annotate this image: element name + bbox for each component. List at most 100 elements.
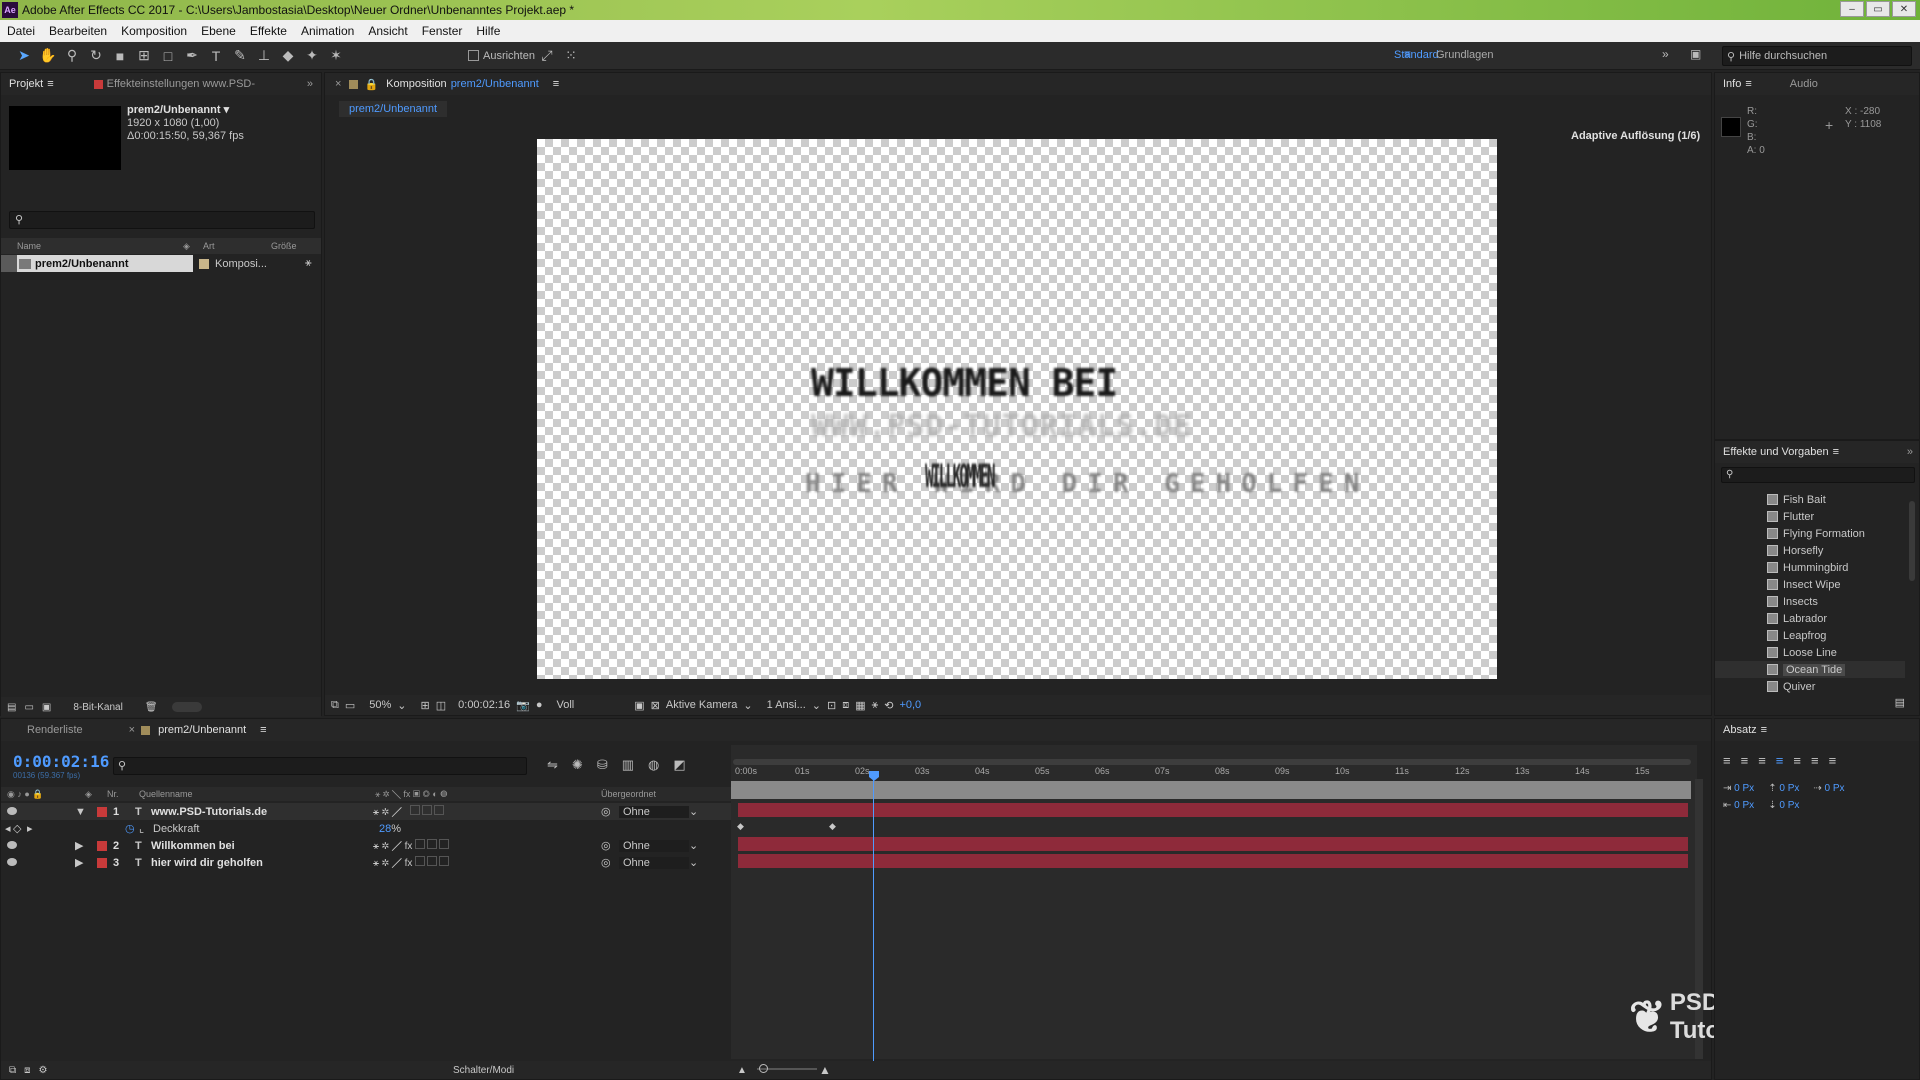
draft-3d-icon[interactable]: ✺ (572, 757, 583, 773)
justify-right-icon[interactable]: ≡ (1811, 753, 1819, 768)
list-item[interactable]: Quiver (1715, 678, 1905, 695)
shy-layers-icon[interactable]: ⛁ (597, 757, 608, 773)
workspace-menu-icon[interactable]: ≡ (1404, 47, 1411, 61)
effects-search-input[interactable]: ⚲ (1721, 467, 1915, 483)
snap-toggle[interactable]: Ausrichten (468, 50, 535, 62)
motion-blur-icon[interactable]: ◍ (648, 757, 659, 773)
menu-bearbeiten[interactable]: Bearbeiten (42, 24, 114, 38)
always-preview-icon[interactable]: ⧉ (331, 699, 339, 712)
keyframe-icon[interactable]: ◆ (737, 821, 744, 832)
expand-panel-icon[interactable]: » (1907, 446, 1919, 458)
flowchart-icon[interactable]: ⚹ (872, 699, 879, 712)
layer-name[interactable]: www.PSD-Tutorials.de (151, 806, 373, 818)
first-line-field[interactable]: ⇢ 0 Px (1813, 783, 1844, 794)
chevron-down-icon[interactable]: ⌄ (812, 699, 821, 712)
menu-ebene[interactable]: Ebene (194, 24, 243, 38)
indent-right-field[interactable]: ⇤ 0 Px (1723, 800, 1754, 811)
menu-fenster[interactable]: Fenster (415, 24, 470, 38)
minimize-button[interactable]: – (1840, 1, 1864, 17)
table-row-property[interactable]: ◂ ◇ ▸ ◷ ⌞ Deckkraft 28% (1, 820, 731, 837)
effects-scrollbar[interactable] (1909, 501, 1915, 581)
lock-icon[interactable]: 🔒 (364, 78, 378, 91)
zoom-in-icon[interactable]: ▲ (819, 1063, 831, 1077)
close-tab-icon[interactable]: × (129, 724, 135, 736)
flowchart-icon[interactable]: ⚹ (305, 257, 312, 270)
new-preset-icon[interactable]: ▤ (1895, 696, 1905, 709)
panel-menu-icon[interactable]: ≡ (1745, 78, 1751, 90)
switch-mode-toggle[interactable]: Schalter/Modi (453, 1065, 514, 1076)
label-column-icon[interactable]: ◈ (183, 241, 197, 252)
menu-hilfe[interactable]: Hilfe (469, 24, 507, 38)
workspace-grundlagen[interactable]: Grundlagen (1436, 49, 1494, 61)
label-color-swatch[interactable] (97, 806, 107, 817)
frame-blending-icon[interactable]: ▥ (622, 757, 634, 773)
list-item[interactable]: Leapfrog (1715, 627, 1905, 644)
tab-absatz[interactable]: Absatz ≡ (1715, 724, 1775, 736)
list-item[interactable]: Flying Formation (1715, 525, 1905, 542)
panel-menu-icon[interactable]: ≡ (260, 724, 266, 736)
av-features-icon[interactable]: ◉ ♪ ● 🔒 (1, 789, 85, 800)
snap-options-icon[interactable]: ⤢ (535, 45, 559, 67)
snap-checkbox[interactable] (468, 50, 479, 61)
align-left-icon[interactable]: ≡ (1723, 753, 1731, 768)
layer-bar[interactable] (738, 803, 1688, 817)
new-comp-icon[interactable]: ▣ (42, 702, 51, 713)
brush-tool-icon[interactable]: ✎ (228, 45, 252, 67)
tab-audio[interactable]: Audio (1782, 78, 1826, 90)
pick-whip-icon[interactable]: ◎ (601, 856, 619, 869)
table-row[interactable]: ▶ 3 T hier wird dir geholfen ⚹ ✲ ╱ fx ◎ … (1, 854, 731, 871)
keyframe-add-icon[interactable]: ◇ (13, 822, 27, 835)
justify-center-icon[interactable]: ≡ (1793, 753, 1801, 768)
eye-icon[interactable] (1, 806, 21, 818)
layer-name[interactable]: hier wird dir geholfen (151, 857, 373, 869)
align-center-icon[interactable]: ≡ (1741, 753, 1749, 768)
parent-dropdown[interactable]: Ohne (619, 805, 689, 818)
mask-visibility-icon[interactable]: ◫ (436, 699, 446, 712)
layer-bar[interactable] (738, 854, 1688, 868)
expand-triangle-icon[interactable]: ▶ (75, 839, 97, 852)
zoom-out-icon[interactable]: ▲ (737, 1065, 747, 1076)
keyframe-next-icon[interactable]: ▸ (27, 822, 125, 835)
justify-left-icon[interactable]: ≡ (1776, 753, 1784, 768)
label-column-icon[interactable]: ◈ (85, 789, 107, 800)
column-size[interactable]: Größe (271, 241, 297, 251)
pick-whip-icon[interactable]: ◎ (601, 805, 619, 818)
switches-panel-icon[interactable]: ⚙ (31, 1065, 48, 1076)
panel-menu-icon[interactable]: ≡ (47, 78, 53, 90)
list-item[interactable]: Insects (1715, 593, 1905, 610)
stopwatch-icon[interactable]: ◷ (125, 822, 139, 835)
tab-komposition[interactable]: Komposition prem2/Unbenannt ≡ (378, 78, 567, 90)
monitor-icon[interactable]: ▭ (345, 699, 355, 712)
resolution-dropdown[interactable]: Voll (557, 699, 575, 711)
table-row[interactable]: ▼ 1 T www.PSD-Tutorials.de ⚹ ✲ ╱ ◎ Ohne … (1, 803, 731, 820)
menu-effekte[interactable]: Effekte (243, 24, 294, 38)
comp-breadcrumb[interactable]: prem2/Unbenannt (339, 101, 448, 117)
indent-left-field[interactable]: ⇥ 0 Px (1723, 783, 1754, 794)
safe-areas-icon[interactable]: ⊞ (421, 699, 430, 712)
hand-tool-icon[interactable]: ✋ (36, 45, 60, 67)
panel-menu-icon[interactable]: ≡ (1833, 446, 1839, 458)
project-search-input[interactable]: ⚲ (9, 211, 315, 229)
property-value[interactable]: 28 (379, 823, 391, 835)
region-of-interest-icon[interactable]: ▣ (634, 699, 644, 712)
panel-menu-icon[interactable]: ≡ (553, 78, 559, 90)
parent-dropdown[interactable]: Ohne (619, 856, 689, 869)
views-dropdown[interactable]: 1 Ansi... (767, 699, 806, 711)
layer-switches[interactable]: ⚹ ✲ ╱ (373, 805, 601, 818)
panel-menu-icon[interactable]: ≡ (1761, 724, 1767, 736)
menu-animation[interactable]: Animation (294, 24, 361, 38)
list-item[interactable]: Loose Line (1715, 644, 1905, 661)
project-item[interactable]: prem2/Unbenannt Komposi... ⚹ (1, 255, 321, 272)
timeline-timecode[interactable]: 0:00:02:16 (13, 752, 109, 771)
switches-column-icon[interactable]: ⚹ ✲ ╲ fx ▣ ◎ ◐ ◍ (375, 789, 601, 800)
space-before-value[interactable]: 0 Px (1779, 783, 1799, 794)
expand-panel-icon[interactable]: » (307, 78, 321, 90)
trash-icon[interactable]: 🗑 (145, 702, 158, 713)
zoom-slider-thumb[interactable] (759, 1064, 768, 1073)
list-item[interactable]: Hummingbird (1715, 559, 1905, 576)
layer-name[interactable]: Willkommen bei (151, 840, 373, 852)
keyframe-icon[interactable]: ◆ (829, 821, 836, 832)
column-name[interactable]: Name (17, 241, 183, 251)
snap-grid-icon[interactable]: ⁙ (559, 45, 583, 67)
label-color-swatch[interactable] (97, 840, 107, 851)
